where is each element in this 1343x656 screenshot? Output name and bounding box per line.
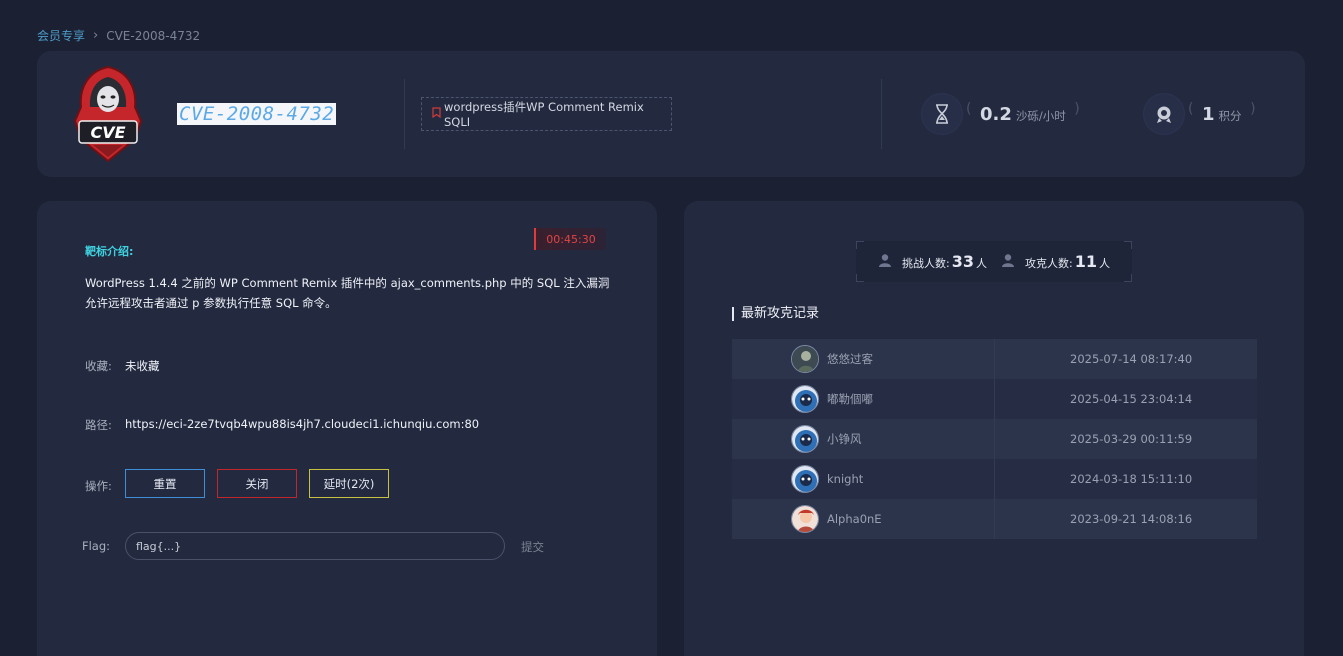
person-icon bbox=[1001, 253, 1015, 270]
svg-text:CVE: CVE bbox=[90, 123, 125, 142]
medal-icon bbox=[1144, 94, 1184, 134]
flag-label: Flag: bbox=[82, 539, 111, 553]
challenge-title: CVE-2008-4732 bbox=[177, 103, 337, 125]
solvers-count: 攻克人数: 11 人 bbox=[1025, 252, 1110, 271]
cve-logo: CVE bbox=[71, 65, 145, 163]
ops-label: 操作: bbox=[85, 479, 112, 493]
favorite-label: 收藏: bbox=[85, 359, 112, 373]
solvers-label: 攻克人数: bbox=[1025, 257, 1073, 270]
points-stat: 1 积分 bbox=[1144, 94, 1255, 134]
records-title: 最新攻克记录 bbox=[732, 307, 819, 321]
points-pill: 1 积分 bbox=[1188, 101, 1255, 125]
record-time: 2025-04-15 23:04:14 bbox=[1070, 392, 1193, 406]
record-name[interactable]: 嘟勒個嘟 bbox=[827, 391, 873, 407]
challengers-value: 33 bbox=[951, 252, 974, 271]
breadcrumb-separator: › bbox=[93, 28, 99, 43]
delay-button[interactable]: 延时(2次) bbox=[309, 469, 389, 498]
avatar[interactable] bbox=[791, 465, 819, 493]
challengers-count: 挑战人数: 33 人 bbox=[902, 252, 987, 271]
path-label: 路径: bbox=[85, 418, 112, 432]
target-description: WordPress 1.4.4 之前的 WP Comment Remix 插件中… bbox=[85, 276, 610, 310]
bookmark-icon bbox=[432, 107, 441, 121]
records-table: 悠悠过客 2025-07-14 08:17:40 嘟勒個嘟 2025-04-15… bbox=[732, 339, 1257, 539]
table-row: knight 2024-03-18 15:11:10 bbox=[732, 459, 1257, 499]
records-panel: 挑战人数: 33 人 攻克人数: 11 人 最新攻克记录 悠悠过客 2025-0… bbox=[684, 201, 1304, 656]
breadcrumb-parent-link[interactable]: 会员专享 bbox=[37, 27, 85, 44]
person-icon bbox=[878, 253, 892, 270]
flag-input[interactable]: flag{...} bbox=[125, 532, 505, 560]
table-row: Alpha0nE 2023-09-21 14:08:16 bbox=[732, 499, 1257, 539]
rate-unit: 沙砾/小时 bbox=[1015, 108, 1066, 123]
header-divider bbox=[404, 79, 405, 149]
breadcrumb-current: CVE-2008-4732 bbox=[106, 28, 201, 43]
points-value: 1 bbox=[1202, 103, 1215, 125]
record-time: 2023-09-21 14:08:16 bbox=[1070, 512, 1193, 526]
challenge-tag-text: wordpress插件WP Comment Remix SQLI bbox=[444, 100, 644, 129]
challengers-unit: 人 bbox=[976, 257, 987, 270]
table-row: 嘟勒個嘟 2025-04-15 23:04:14 bbox=[732, 379, 1257, 419]
avatar[interactable] bbox=[791, 425, 819, 453]
countdown-timer: 00:45:30 bbox=[534, 228, 606, 250]
challenge-header: CVE CVE-2008-4732 wordpress插件WP Comment … bbox=[37, 51, 1305, 177]
target-url-link[interactable]: https://eci-2ze7tvqb4wpu88is4jh7.cloudec… bbox=[125, 417, 479, 431]
avatar[interactable] bbox=[791, 385, 819, 413]
challengers-label: 挑战人数: bbox=[902, 257, 950, 270]
hourglass-icon bbox=[922, 94, 962, 134]
record-time: 2025-03-29 00:11:59 bbox=[1070, 432, 1193, 446]
record-name[interactable]: knight bbox=[827, 472, 863, 486]
favorite-toggle[interactable]: 未收藏 bbox=[125, 358, 160, 374]
submit-button[interactable]: 提交 bbox=[521, 539, 544, 555]
rate-pill: 0.2 沙砾/小时 bbox=[966, 101, 1080, 125]
avatar[interactable] bbox=[791, 345, 819, 373]
solvers-value: 11 bbox=[1074, 252, 1097, 271]
reset-button[interactable]: 重置 bbox=[125, 469, 205, 498]
record-time: 2025-07-14 08:17:40 bbox=[1070, 352, 1193, 366]
avatar[interactable] bbox=[791, 505, 819, 533]
rate-value: 0.2 bbox=[980, 103, 1012, 125]
table-row: 悠悠过客 2025-07-14 08:17:40 bbox=[732, 339, 1257, 379]
record-name[interactable]: 小铮风 bbox=[827, 431, 862, 447]
solve-counts: 挑战人数: 33 人 攻克人数: 11 人 bbox=[856, 241, 1132, 282]
solvers-unit: 人 bbox=[1098, 257, 1110, 270]
record-name[interactable]: Alpha0nE bbox=[827, 512, 882, 526]
target-panel: 靶标介绍: 00:45:30 WordPress 1.4.4 之前的 WP Co… bbox=[37, 201, 657, 656]
record-name[interactable]: 悠悠过客 bbox=[827, 351, 873, 367]
close-button[interactable]: 关闭 bbox=[217, 469, 297, 498]
record-time: 2024-03-18 15:11:10 bbox=[1070, 472, 1193, 486]
table-row: 小铮风 2025-03-29 00:11:59 bbox=[732, 419, 1257, 459]
challenge-tag: wordpress插件WP Comment Remix SQLI bbox=[421, 97, 672, 131]
rate-stat: 0.2 沙砾/小时 bbox=[922, 94, 1080, 134]
breadcrumb: 会员专享 › CVE-2008-4732 bbox=[37, 27, 200, 44]
intro-label: 靶标介绍: bbox=[85, 245, 134, 258]
header-divider bbox=[881, 79, 882, 149]
points-unit: 积分 bbox=[1218, 108, 1242, 123]
